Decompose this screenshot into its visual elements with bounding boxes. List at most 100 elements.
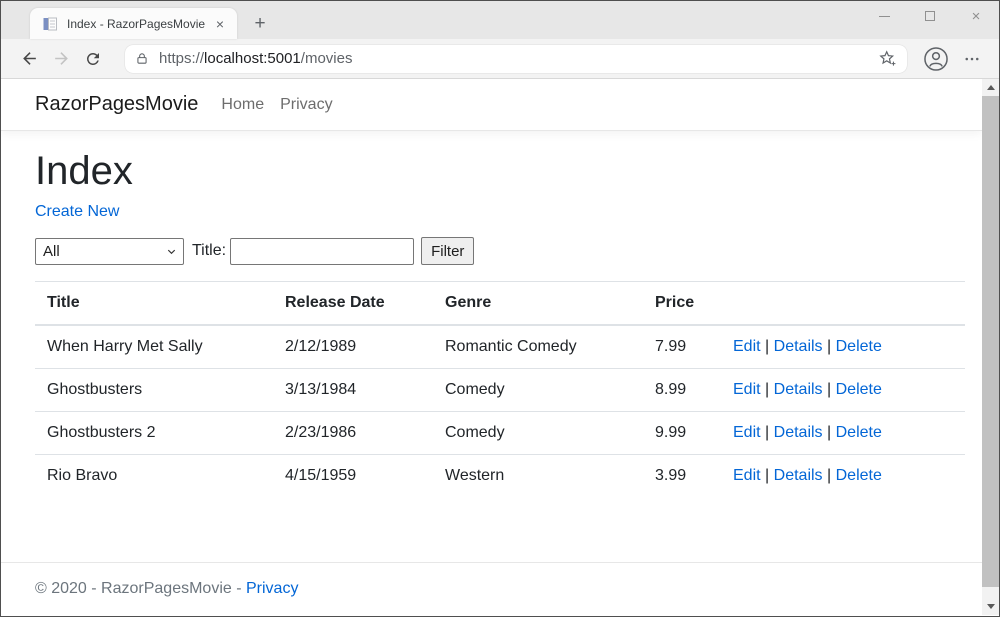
cell-genre: Comedy bbox=[433, 412, 643, 455]
table-row: Rio Bravo 4/15/1959 Western 3.99 Edit | … bbox=[35, 455, 965, 498]
cell-title: When Harry Met Sally bbox=[35, 325, 273, 369]
title-filter-label: Title: bbox=[192, 242, 226, 260]
footer-privacy-link[interactable]: Privacy bbox=[246, 580, 298, 597]
action-separator: | bbox=[827, 338, 831, 355]
cell-release-date: 3/13/1984 bbox=[273, 369, 433, 412]
details-link[interactable]: Details bbox=[774, 467, 823, 484]
tab-title: Index - RazorPagesMovie bbox=[67, 17, 211, 31]
cell-genre: Western bbox=[433, 455, 643, 498]
cell-title: Ghostbusters bbox=[35, 369, 273, 412]
column-header-release-date: Release Date bbox=[273, 282, 433, 326]
web-page: RazorPagesMovie Home Privacy Index Creat… bbox=[1, 79, 982, 615]
forward-button[interactable] bbox=[45, 43, 77, 75]
url-scheme: https:// bbox=[159, 50, 204, 67]
vertical-scrollbar[interactable] bbox=[982, 79, 999, 615]
title-filter-input[interactable] bbox=[230, 238, 414, 265]
column-header-actions bbox=[721, 282, 965, 326]
delete-link[interactable]: Delete bbox=[836, 467, 882, 484]
url-host: localhost:5001 bbox=[204, 50, 301, 67]
new-tab-button[interactable]: + bbox=[247, 11, 273, 37]
scrollbar-thumb[interactable] bbox=[982, 96, 999, 587]
edit-link[interactable]: Edit bbox=[733, 381, 761, 398]
action-separator: | bbox=[765, 467, 769, 484]
action-separator: | bbox=[765, 424, 769, 441]
edit-link[interactable]: Edit bbox=[733, 424, 761, 441]
genre-select[interactable]: All bbox=[35, 238, 184, 265]
details-link[interactable]: Details bbox=[774, 381, 823, 398]
cell-actions: Edit | Details | Delete bbox=[721, 412, 965, 455]
action-separator: | bbox=[827, 424, 831, 441]
lock-icon bbox=[135, 51, 149, 66]
star-icon bbox=[878, 49, 897, 68]
close-window-button[interactable]: × bbox=[953, 1, 999, 31]
edit-link[interactable]: Edit bbox=[733, 338, 761, 355]
scroll-down-icon bbox=[987, 604, 995, 609]
cell-release-date: 2/12/1989 bbox=[273, 325, 433, 369]
tab-bar: Index - RazorPagesMovie × + × bbox=[1, 1, 999, 39]
maximize-icon bbox=[925, 11, 935, 21]
address-bar[interactable]: https://localhost:5001/movies bbox=[125, 45, 907, 73]
cell-price: 9.99 bbox=[643, 412, 721, 455]
page-viewport: RazorPagesMovie Home Privacy Index Creat… bbox=[1, 79, 999, 615]
ellipsis-icon bbox=[963, 50, 981, 68]
add-favorite-button[interactable] bbox=[878, 49, 897, 68]
scroll-up-button[interactable] bbox=[982, 79, 999, 96]
delete-link[interactable]: Delete bbox=[836, 338, 882, 355]
url-text: https://localhost:5001/movies bbox=[159, 50, 352, 67]
back-button[interactable] bbox=[13, 43, 45, 75]
site-navbar: RazorPagesMovie Home Privacy bbox=[1, 79, 982, 131]
edit-link[interactable]: Edit bbox=[733, 467, 761, 484]
brand-link[interactable]: RazorPagesMovie bbox=[35, 93, 198, 116]
settings-menu-button[interactable] bbox=[957, 44, 987, 74]
scroll-up-icon bbox=[987, 85, 995, 90]
cell-genre: Romantic Comedy bbox=[433, 325, 643, 369]
cell-actions: Edit | Details | Delete bbox=[721, 455, 965, 498]
tab-favicon-icon bbox=[42, 16, 58, 32]
cell-release-date: 2/23/1986 bbox=[273, 412, 433, 455]
cell-price: 3.99 bbox=[643, 455, 721, 498]
table-header-row: Title Release Date Genre Price bbox=[35, 282, 965, 326]
movies-table: Title Release Date Genre Price When Harr… bbox=[35, 281, 965, 497]
browser-tab[interactable]: Index - RazorPagesMovie × bbox=[30, 8, 237, 39]
action-separator: | bbox=[765, 338, 769, 355]
nav-link-privacy[interactable]: Privacy bbox=[272, 96, 340, 114]
cell-price: 8.99 bbox=[643, 369, 721, 412]
nav-link-home[interactable]: Home bbox=[213, 96, 272, 114]
details-link[interactable]: Details bbox=[774, 338, 823, 355]
table-row: Ghostbusters 2 2/23/1986 Comedy 9.99 Edi… bbox=[35, 412, 965, 455]
scroll-down-button[interactable] bbox=[982, 598, 999, 615]
cell-genre: Comedy bbox=[433, 369, 643, 412]
browser-window: Index - RazorPagesMovie × + × https://lo… bbox=[0, 0, 1000, 617]
cell-actions: Edit | Details | Delete bbox=[721, 369, 965, 412]
profile-button[interactable] bbox=[921, 44, 951, 74]
main-content: Index Create New All Title: Filter bbox=[20, 147, 980, 497]
refresh-icon bbox=[84, 50, 102, 68]
cell-title: Rio Bravo bbox=[35, 455, 273, 498]
action-separator: | bbox=[827, 467, 831, 484]
filter-button[interactable]: Filter bbox=[421, 237, 474, 265]
back-arrow-icon bbox=[20, 49, 39, 68]
delete-link[interactable]: Delete bbox=[836, 381, 882, 398]
table-row: When Harry Met Sally 2/12/1989 Romantic … bbox=[35, 325, 965, 369]
column-header-title: Title bbox=[35, 282, 273, 326]
forward-arrow-icon bbox=[52, 49, 71, 68]
action-separator: | bbox=[827, 381, 831, 398]
cell-release-date: 4/15/1959 bbox=[273, 455, 433, 498]
details-link[interactable]: Details bbox=[774, 424, 823, 441]
minimize-button[interactable] bbox=[861, 1, 907, 31]
cell-title: Ghostbusters 2 bbox=[35, 412, 273, 455]
browser-toolbar: https://localhost:5001/movies bbox=[1, 39, 999, 79]
site-footer: © 2020 - RazorPagesMovie - Privacy bbox=[1, 562, 982, 615]
delete-link[interactable]: Delete bbox=[836, 424, 882, 441]
table-row: Ghostbusters 3/13/1984 Comedy 8.99 Edit … bbox=[35, 369, 965, 412]
create-new-link[interactable]: Create New bbox=[35, 203, 119, 220]
minimize-icon bbox=[879, 16, 890, 17]
tab-close-icon[interactable]: × bbox=[211, 15, 229, 33]
filter-form: All Title: Filter bbox=[35, 237, 965, 265]
column-header-price: Price bbox=[643, 282, 721, 326]
window-controls: × bbox=[861, 1, 999, 31]
maximize-button[interactable] bbox=[907, 1, 953, 31]
refresh-button[interactable] bbox=[77, 43, 109, 75]
column-header-genre: Genre bbox=[433, 282, 643, 326]
url-path: /movies bbox=[301, 50, 353, 67]
